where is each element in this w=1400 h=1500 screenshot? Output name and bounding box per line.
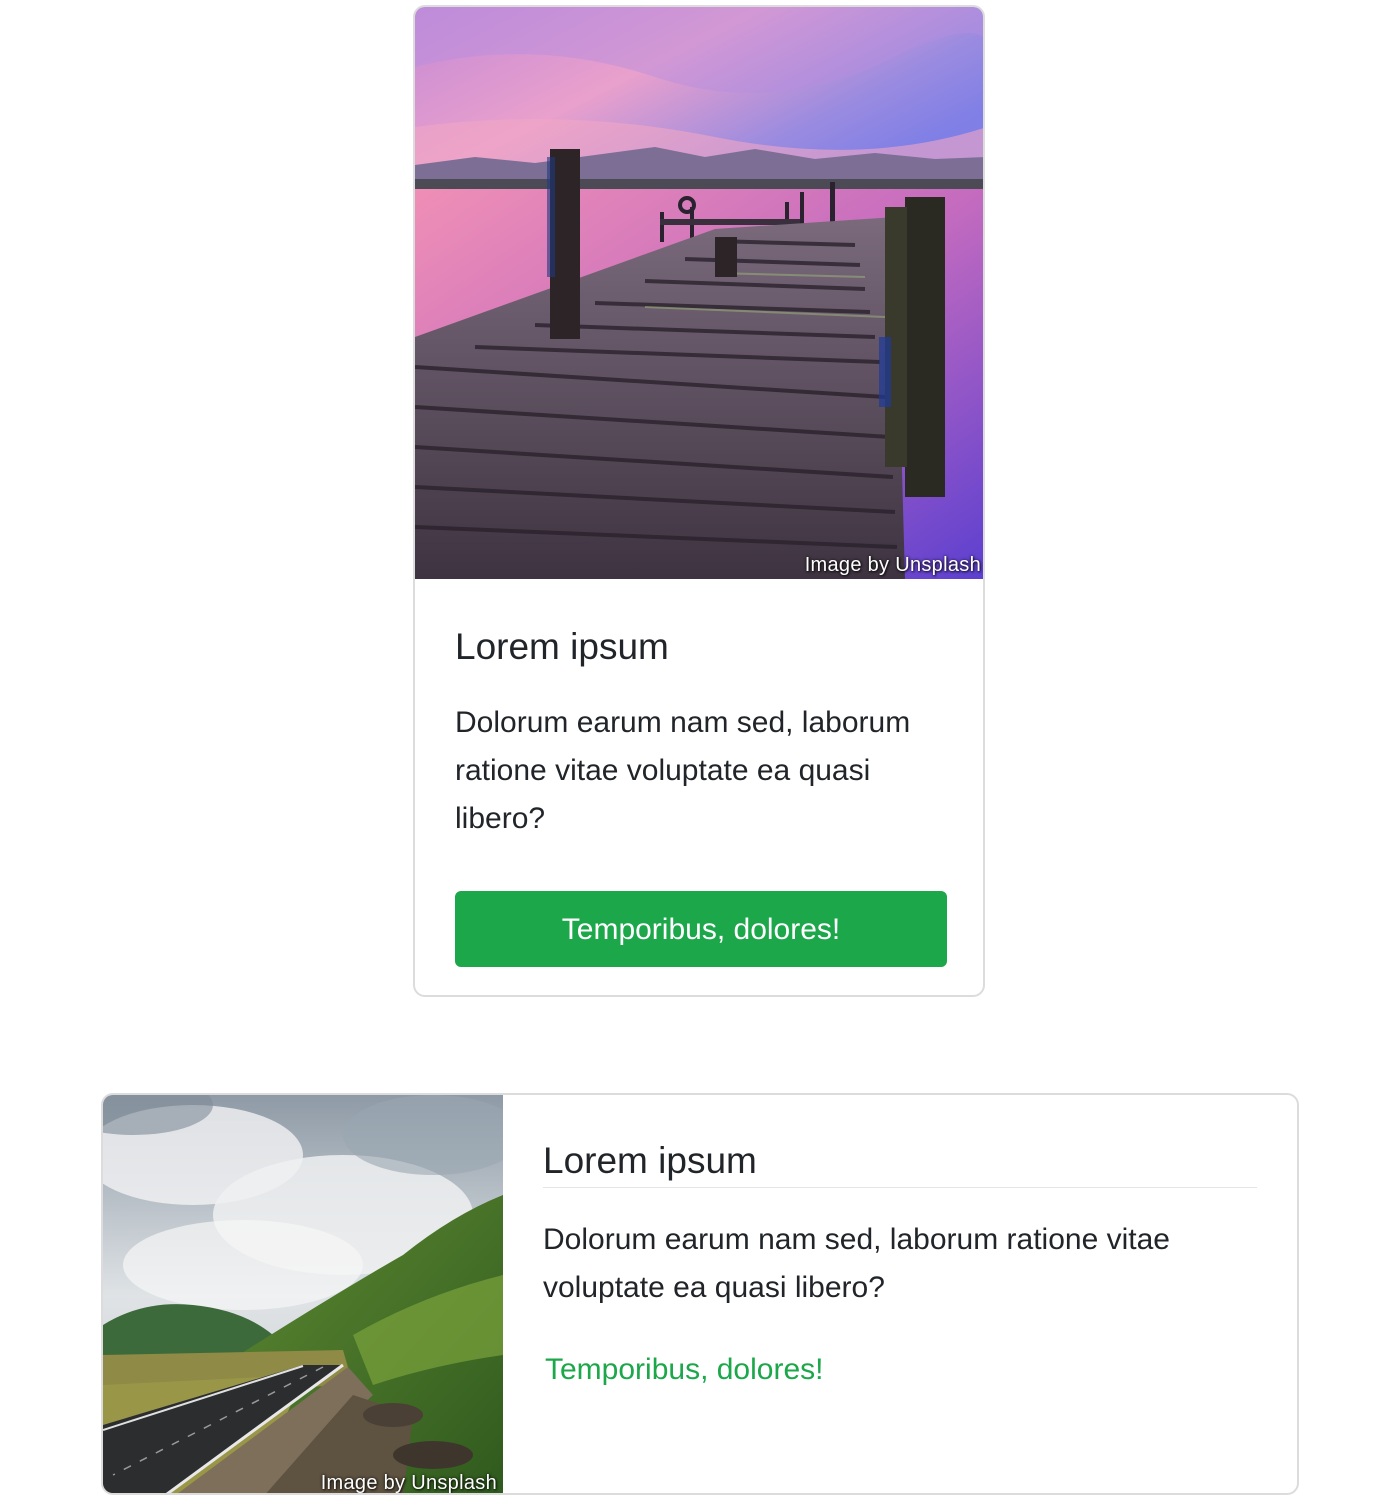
card-horizontal: Image by Unsplash Lorem ipsum Dolorum ea…: [101, 1093, 1299, 1495]
mountain-road-image: Image by Unsplash: [103, 1095, 503, 1494]
page: Image by Unsplash Lorem ipsum Dolorum ea…: [0, 0, 1400, 1500]
mountain-road-illustration: [103, 1095, 503, 1493]
card-title: Lorem ipsum: [543, 1139, 1257, 1189]
card-vertical: Image by Unsplash Lorem ipsum Dolorum ea…: [413, 5, 985, 997]
pier-sunset-image: Image by Unsplash: [415, 7, 983, 579]
card-title: Lorem ipsum: [455, 626, 669, 667]
card-text: Dolorum earum nam sed, laborum ratione v…: [455, 706, 911, 836]
image-caption: Image by Unsplash: [320, 1472, 497, 1494]
pier-sunset-illustration: [415, 7, 983, 579]
card-text: Dolorum earum nam sed, laborum ratione v…: [543, 1223, 1170, 1305]
image-caption: Image by Unsplash: [804, 554, 981, 576]
card-action-link[interactable]: Temporibus, dolores!: [543, 1346, 825, 1394]
card-action-button[interactable]: Temporibus, dolores!: [455, 891, 947, 968]
card-body: Lorem ipsum Dolorum earum nam sed, labor…: [543, 1095, 1257, 1394]
card-body: Lorem ipsum Dolorum earum nam sed, labor…: [455, 579, 947, 968]
